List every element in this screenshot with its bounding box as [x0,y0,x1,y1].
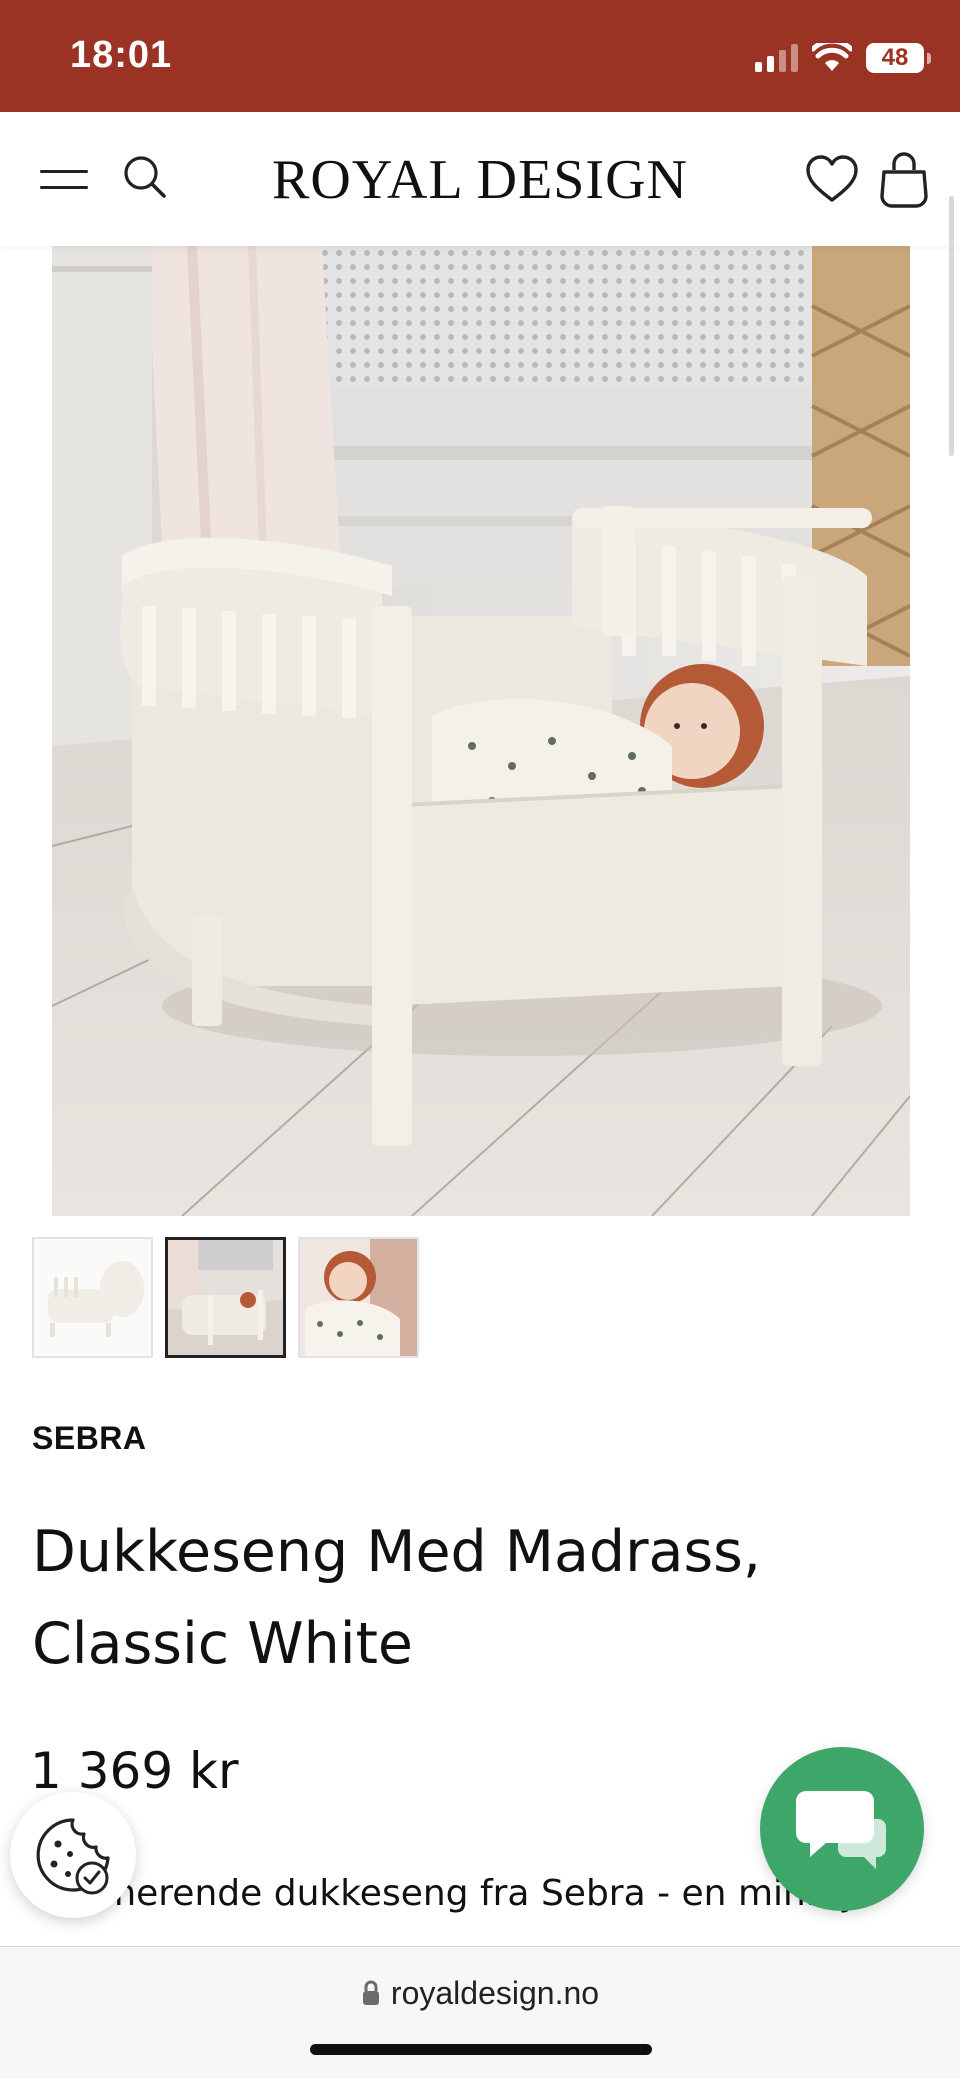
thumbnail-1[interactable] [32,1237,153,1358]
page-scrollbar[interactable] [949,196,954,456]
product-main-image[interactable] [52,246,910,1216]
cookie-settings-button[interactable] [10,1792,136,1918]
doll-bed-photo [52,246,910,1216]
cookie-settings-icon [36,1818,110,1895]
url-display[interactable]: royaldesign.no [0,1975,960,2012]
product-brand[interactable]: SEBRA [32,1420,147,1457]
thumbnail-3[interactable] [298,1237,419,1358]
home-indicator[interactable] [310,2044,652,2055]
chat-icon [796,1791,886,1869]
search-icon[interactable] [120,152,170,202]
product-title: Dukkeseng Med Madrass, Classic White [32,1506,892,1690]
site-header: ROYAL DESIGN [0,112,960,246]
status-bar: 18:01 48 [0,0,960,112]
site-logo[interactable]: ROYAL DESIGN [240,148,720,212]
status-time: 18:01 [70,34,173,76]
thumbnail-strip [32,1237,419,1358]
chat-button[interactable] [760,1747,924,1911]
thumbnail-2[interactable] [165,1237,286,1358]
browser-address-bar[interactable]: royaldesign.no [0,1946,960,2079]
wifi-icon [812,43,852,71]
heart-icon[interactable] [804,152,860,208]
shopping-bag-icon[interactable] [878,150,930,210]
status-icons: 48 [755,42,931,74]
battery-indicator: 48 [866,43,931,73]
menu-icon[interactable] [40,164,88,194]
cellular-signal-icon [755,44,798,72]
lock-icon [362,1980,379,2005]
url-text: royaldesign.no [390,1975,600,2011]
product-title-line-1: Dukkeseng Med Madrass, [32,1519,761,1585]
product-title-line-2: Classic White [32,1611,413,1677]
